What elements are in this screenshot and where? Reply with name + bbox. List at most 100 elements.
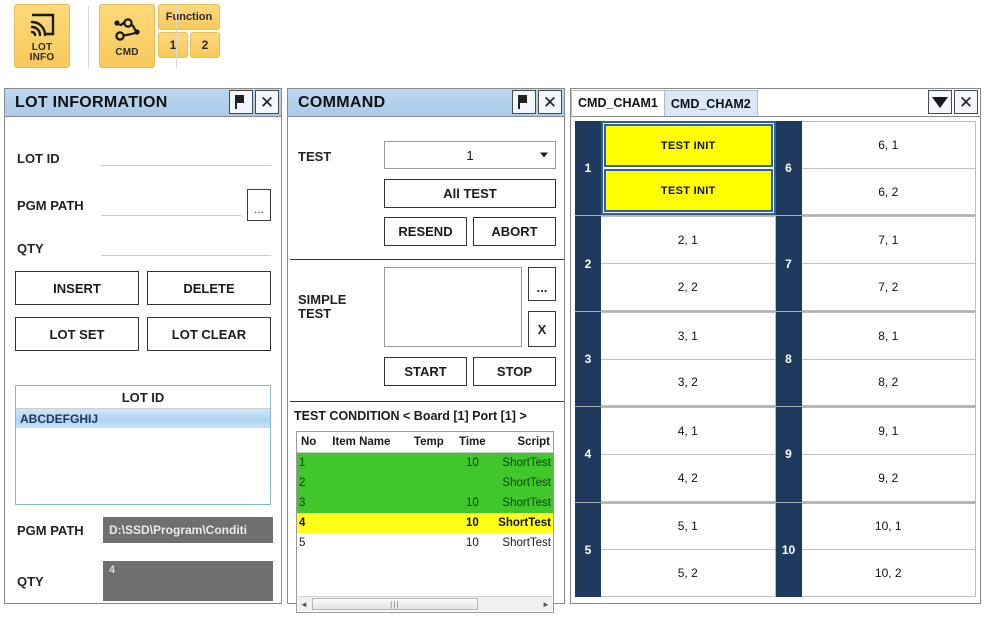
- scroll-left-icon[interactable]: ◄: [298, 600, 310, 609]
- triangle-down-icon: [932, 96, 948, 108]
- top-toolbar: LOT INFO CMD Function 1 2: [0, 0, 985, 78]
- lot-id-list[interactable]: LOT ID ABCDEFGHIJ: [15, 385, 271, 505]
- abort-button[interactable]: ABORT: [473, 217, 556, 246]
- resend-button[interactable]: RESEND: [384, 217, 467, 246]
- stop-button[interactable]: STOP: [473, 357, 556, 386]
- simple-test-input[interactable]: [384, 267, 522, 347]
- chamber-group-6[interactable]: 6 6, 1 6, 2: [775, 121, 976, 217]
- start-button[interactable]: START: [384, 357, 467, 386]
- chamber-group-9[interactable]: 9 9, 1 9, 2: [775, 407, 976, 503]
- chamber-group-index: 6: [775, 121, 802, 216]
- lot-id-label: LOT ID: [17, 151, 60, 166]
- chamber-cell[interactable]: TEST INIT: [604, 169, 773, 213]
- test-condition-table: No Item Name Temp Time Script 1 10 Short…: [297, 432, 553, 553]
- lot-information-titlebar: LOT INFORMATION ✕: [5, 89, 281, 117]
- chamber-group-index: 2: [575, 216, 601, 311]
- chamber-cell[interactable]: 6, 2: [801, 168, 975, 215]
- chamber-cell[interactable]: 8, 2: [801, 359, 975, 406]
- table-row[interactable]: 4 10 ShortTest: [297, 513, 553, 533]
- chamber-group-10[interactable]: 10 10, 1 10, 2: [775, 502, 976, 598]
- function-button-2[interactable]: 2: [190, 32, 220, 58]
- chamber-group-7[interactable]: 7 7, 1 7, 2: [775, 216, 976, 312]
- close-icon: ✕: [259, 92, 275, 112]
- table-row[interactable]: 1 10 ShortTest: [297, 452, 553, 473]
- all-test-button[interactable]: All TEST: [384, 179, 556, 208]
- lot-set-button[interactable]: LOT SET: [15, 317, 139, 351]
- chamber-group-5[interactable]: 5 5, 1 5, 2: [575, 502, 776, 598]
- chamber-cell[interactable]: TEST INIT: [604, 124, 773, 168]
- table-horizontal-scrollbar[interactable]: ◄ ||| ►: [298, 596, 552, 611]
- function-button[interactable]: Function: [158, 4, 220, 30]
- table-row[interactable]: 2 ShortTest: [297, 473, 553, 493]
- insert-button[interactable]: INSERT: [15, 271, 139, 305]
- chamber-cell[interactable]: 8, 1: [801, 312, 975, 360]
- chamber-cell[interactable]: 10, 1: [801, 503, 975, 551]
- chamber-group-8[interactable]: 8 8, 1 8, 2: [775, 311, 976, 408]
- lot-id-input[interactable]: [101, 145, 271, 166]
- table-row[interactable]: 5 10 ShortTest: [297, 533, 553, 553]
- chamber-cell[interactable]: 9, 1: [801, 408, 975, 455]
- pgm-path-input[interactable]: [101, 195, 241, 216]
- lot-clear-button[interactable]: LOT CLEAR: [147, 317, 271, 351]
- tab-cmd-cham2[interactable]: CMD_CHAM2: [663, 90, 758, 116]
- pgm-path-browse-button[interactable]: ...: [247, 189, 271, 221]
- chamber-group-cells: TEST INIT TEST INIT: [601, 121, 776, 216]
- chamber-cell[interactable]: 10, 2: [801, 550, 975, 597]
- tab-cmd-cham1[interactable]: CMD_CHAM1: [571, 90, 665, 116]
- chamber-cell[interactable]: 6, 1: [801, 122, 975, 169]
- chamber-cell[interactable]: 3, 2: [601, 359, 775, 406]
- col-item: Item Name: [330, 432, 408, 453]
- command-title-buttons: ✕: [512, 90, 562, 114]
- pin-button[interactable]: [229, 90, 253, 114]
- pin-icon: [517, 95, 531, 109]
- scroll-thumb[interactable]: |||: [312, 598, 478, 610]
- pgm-path-label: PGM PATH: [17, 197, 84, 213]
- cmd-button[interactable]: CMD: [99, 4, 155, 68]
- scroll-right-icon[interactable]: ►: [540, 600, 552, 609]
- chamber-cell[interactable]: 5, 1: [601, 503, 775, 551]
- pin-button[interactable]: [512, 90, 536, 114]
- chamber-cell[interactable]: 4, 2: [601, 454, 775, 501]
- test-condition-grid[interactable]: No Item Name Temp Time Script 1 10 Short…: [296, 431, 554, 613]
- chamber-cell[interactable]: 2, 1: [601, 217, 775, 265]
- test-select[interactable]: 1: [384, 141, 556, 169]
- close-button[interactable]: ✕: [538, 90, 562, 114]
- chamber-group-index: 5: [575, 502, 601, 598]
- chamber-group-cells: 7, 1 7, 2: [801, 216, 976, 311]
- chamber-group-cells: 10, 1 10, 2: [801, 502, 976, 598]
- delete-button[interactable]: DELETE: [147, 271, 271, 305]
- close-icon: ✕: [542, 92, 558, 112]
- chamber-cell[interactable]: 2, 2: [601, 264, 775, 310]
- chamber-cell[interactable]: 9, 2: [801, 454, 975, 501]
- function-button-1[interactable]: 1: [158, 32, 188, 58]
- chamber-group-2[interactable]: 2 2, 1 2, 2: [575, 216, 776, 312]
- simple-test-clear-button[interactable]: X: [528, 311, 556, 347]
- chamber-column-right: 6 6, 1 6, 2 7 7, 1 7, 2 8 8, 1 8, 2 9 9,…: [775, 121, 976, 598]
- qty-input[interactable]: [101, 235, 271, 256]
- scroll-track[interactable]: |||: [310, 598, 540, 610]
- list-item[interactable]: ABCDEFGHIJ: [16, 409, 270, 428]
- col-no: No: [297, 432, 331, 453]
- chamber-group-3[interactable]: 3 3, 1 3, 2: [575, 311, 776, 408]
- chamber-cell[interactable]: 7, 1: [801, 217, 975, 265]
- test-label: TEST: [298, 149, 332, 164]
- simple-test-browse-button[interactable]: ...: [528, 267, 556, 301]
- table-row[interactable]: 3 10 ShortTest: [297, 493, 553, 513]
- chamber-cell[interactable]: 4, 1: [601, 408, 775, 455]
- chamber-cell[interactable]: 3, 1: [601, 312, 775, 360]
- chamber-group-cells: 9, 1 9, 2: [801, 407, 976, 502]
- close-icon: ✕: [958, 92, 974, 112]
- close-button[interactable]: ✕: [255, 90, 279, 114]
- dropdown-button[interactable]: [928, 90, 952, 114]
- command-title: COMMAND: [298, 93, 386, 111]
- lot-info-button[interactable]: LOT INFO: [14, 4, 70, 68]
- close-button[interactable]: ✕: [954, 90, 978, 114]
- chamber-cell[interactable]: 5, 2: [601, 550, 775, 597]
- cast-screen-icon: [28, 9, 56, 41]
- toolbar-group-cmd: CMD Function 1 2: [99, 4, 220, 68]
- chamber-group-4[interactable]: 4 4, 1 4, 2: [575, 407, 776, 503]
- chamber-cell[interactable]: 7, 2: [801, 264, 975, 310]
- chamber-group-cells: 4, 1 4, 2: [601, 407, 776, 502]
- chamber-group-1[interactable]: 1 TEST INIT TEST INIT: [575, 121, 776, 217]
- toolbar-divider: [88, 6, 89, 68]
